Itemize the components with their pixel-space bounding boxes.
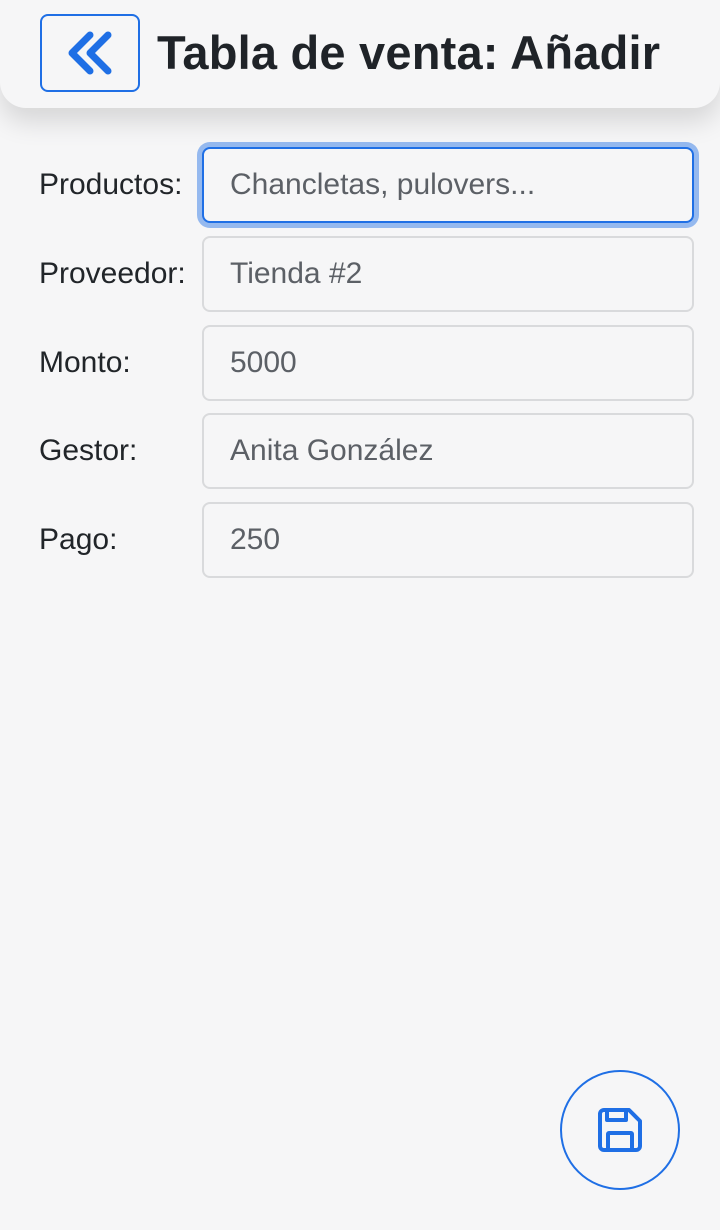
- floppy-disk-icon: [598, 1108, 642, 1152]
- pago-label: Pago:: [39, 523, 118, 556]
- proveedor-label: Proveedor:: [39, 257, 186, 290]
- monto-label: Monto:: [39, 346, 131, 379]
- gestor-input[interactable]: [202, 413, 694, 489]
- back-button[interactable]: [40, 14, 140, 92]
- productos-label: Productos:: [39, 168, 183, 201]
- productos-input[interactable]: [202, 147, 694, 223]
- double-chevron-left-icon: [68, 31, 112, 75]
- monto-input[interactable]: [202, 325, 694, 401]
- gestor-label: Gestor:: [39, 434, 138, 467]
- pago-input[interactable]: [202, 502, 694, 578]
- form-row-gestor: Gestor:: [0, 413, 720, 489]
- app-header: Tabla de venta: Añadir: [0, 0, 720, 108]
- page-title: Tabla de venta: Añadir: [157, 26, 661, 79]
- save-button[interactable]: [560, 1070, 680, 1190]
- form-row-proveedor: Proveedor:: [0, 236, 720, 312]
- form-row-monto: Monto:: [0, 325, 720, 401]
- proveedor-input[interactable]: [202, 236, 694, 312]
- form-row-pago: Pago:: [0, 502, 720, 578]
- form-row-productos: Productos:: [0, 147, 720, 223]
